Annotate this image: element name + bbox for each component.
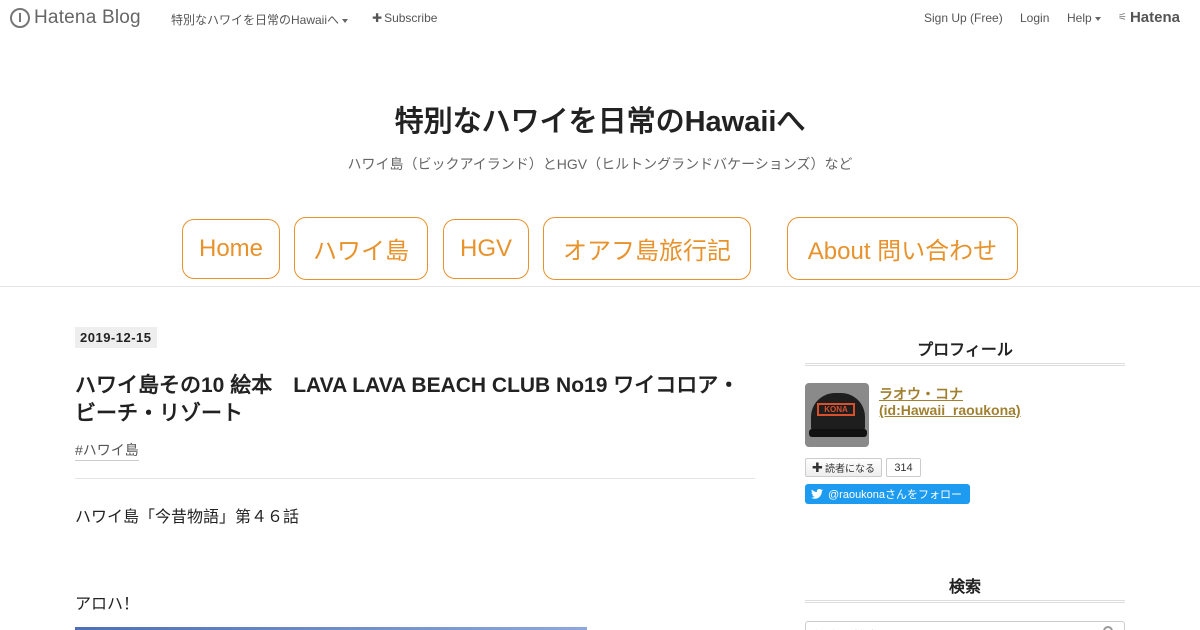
profile-name-link[interactable]: ラオウ・コナ (879, 384, 963, 404)
chevron-down-icon (1094, 16, 1101, 21)
blog-menu-label: 特別なハワイを日常のHawaiiへ (171, 13, 340, 27)
hatena-blog-logo-icon (10, 8, 30, 28)
search-input[interactable]: 記事を検索 (805, 621, 1125, 630)
sidebar-divider (805, 600, 1125, 603)
help-label: Help (1067, 11, 1092, 25)
hatena-blog-logo[interactable]: Hatena Blog (10, 7, 141, 29)
entry-paragraph: アロハ！ (75, 596, 140, 613)
entry-divider (75, 478, 755, 479)
avatar[interactable]: KONA (805, 383, 869, 447)
entry-category[interactable]: #ハワイ島 (75, 440, 139, 461)
search-heading: 検索 (948, 579, 981, 596)
reader-count: 314 (886, 458, 921, 477)
global-header: Hatena Blog 特別なハワイを日常のHawaiiへ ✚ Subscribe… (0, 0, 1200, 36)
hatena-label: Hatena (1129, 9, 1180, 26)
twitter-bird-icon (811, 489, 823, 499)
twitter-follow-button[interactable]: @raoukonaさんをフォロー (805, 484, 970, 504)
chevron-down-icon (342, 18, 349, 23)
subscribe-reader-button[interactable]: ✚ 読者になる (805, 458, 882, 477)
cap-brim-shape (809, 429, 867, 437)
nav-hawaii-island[interactable]: ハワイ島 (294, 217, 428, 280)
hatena-link[interactable]: ⚟ Hatena (1118, 9, 1180, 26)
reader-button-label: 読者になる (824, 464, 875, 475)
nav-about-contact[interactable]: About 問い合わせ (787, 217, 1018, 280)
help-menu[interactable]: Help (1067, 11, 1101, 25)
twitter-follow-label: @raoukonaさんをフォロー (828, 489, 963, 501)
nav-home[interactable]: Home (182, 219, 280, 279)
hatena-mark-icon: ⚟ (1118, 12, 1127, 23)
login-link[interactable]: Login (1020, 11, 1049, 25)
plus-icon: ✚ (812, 459, 823, 475)
header-divider (0, 286, 1200, 287)
entry-paragraph: ハワイ島「今昔物語」第４６話 (75, 509, 300, 526)
nav-hgv[interactable]: HGV (443, 219, 529, 279)
entry-title[interactable]: ハワイ島その10 絵本 LAVA LAVA BEACH CLUB No19 ワイ… (75, 372, 755, 428)
blog-menu[interactable]: 特別なハワイを日常のHawaiiへ (171, 11, 349, 28)
subscribe-label: Subscribe (384, 11, 438, 25)
nav-oahu-travel[interactable]: オアフ島旅行記 (543, 217, 751, 280)
signup-link[interactable]: Sign Up (Free) (924, 11, 1003, 25)
profile-id-link[interactable]: (id:Hawaii_raoukona) (879, 402, 1021, 418)
plus-icon: ✚ (372, 11, 383, 25)
blog-description: ハワイ島（ビックアイランド）とHGV（ヒルトングランドバケーションズ）など (347, 156, 853, 172)
blog-title[interactable]: 特別なハワイを日常のHawaiiへ (0, 98, 1200, 140)
cap-patch: KONA (817, 403, 855, 416)
sidebar-divider (805, 363, 1125, 366)
entry-date[interactable]: 2019-12-15 (75, 327, 157, 348)
logo-text: Hatena Blog (34, 7, 141, 28)
profile-heading: プロフィール (917, 342, 1013, 359)
search-icon[interactable] (1103, 626, 1113, 630)
subscribe-button[interactable]: ✚ Subscribe (372, 11, 437, 25)
